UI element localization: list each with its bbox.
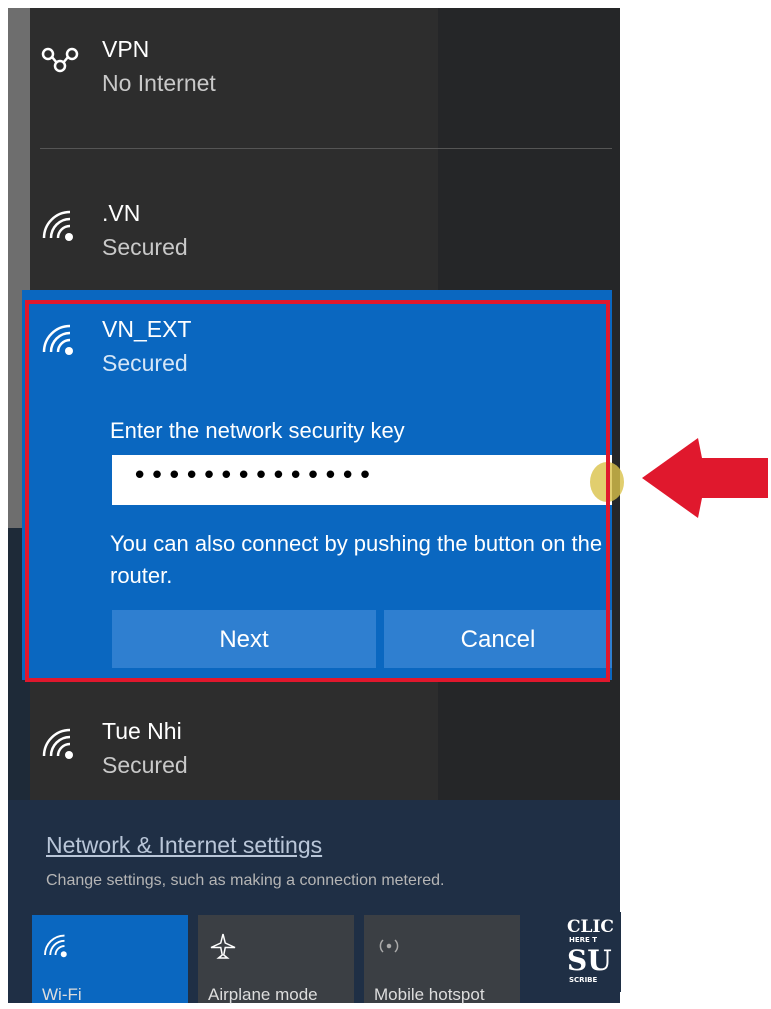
- wifi-icon: [42, 728, 73, 759]
- quick-action-label: Wi-Fi: [42, 985, 82, 1004]
- network-item-vpn[interactable]: VPN No Internet: [22, 36, 612, 126]
- quick-action-mobile-hotspot[interactable]: Mobile hotspot: [364, 915, 520, 1004]
- network-name: .VN: [102, 200, 141, 226]
- quick-action-label: Mobile hotspot: [374, 985, 485, 1004]
- network-status: No Internet: [102, 70, 216, 96]
- quick-action-airplane-mode[interactable]: Airplane mode: [198, 915, 354, 1004]
- network-status: Secured: [102, 752, 188, 778]
- divider: [40, 148, 612, 149]
- network-item-vn[interactable]: .VN Secured: [22, 200, 612, 270]
- svg-text:SU: SU: [567, 944, 612, 977]
- network-settings-description: Change settings, such as making a connec…: [46, 872, 445, 889]
- quick-action-label: Airplane mode: [208, 985, 318, 1004]
- highlight-outline: [25, 300, 610, 682]
- callout-arrow-icon: [642, 438, 768, 518]
- network-name: VPN: [102, 36, 150, 62]
- quick-action-wifi[interactable]: Wi-Fi: [32, 915, 188, 1004]
- svg-text:HERE T: HERE T: [569, 936, 597, 944]
- vpn-icon: [41, 47, 79, 73]
- channel-watermark-logo: CLIC HERE T SU SCRIBE: [563, 912, 621, 992]
- subscribe-logo-icon: CLIC HERE T SU SCRIBE: [563, 912, 621, 992]
- network-settings-link[interactable]: Network & Internet settings: [46, 832, 322, 859]
- svg-text:CLIC: CLIC: [567, 917, 614, 937]
- network-item-tue-nhi[interactable]: Tue Nhi Secured: [22, 718, 612, 788]
- network-status: Secured: [102, 234, 188, 260]
- wifi-icon: [42, 210, 73, 241]
- hotspot-icon: [379, 939, 399, 953]
- svg-text:SCRIBE: SCRIBE: [569, 976, 598, 984]
- airplane-icon: [210, 933, 236, 959]
- wifi-icon: [44, 934, 67, 958]
- network-name: Tue Nhi: [102, 718, 182, 744]
